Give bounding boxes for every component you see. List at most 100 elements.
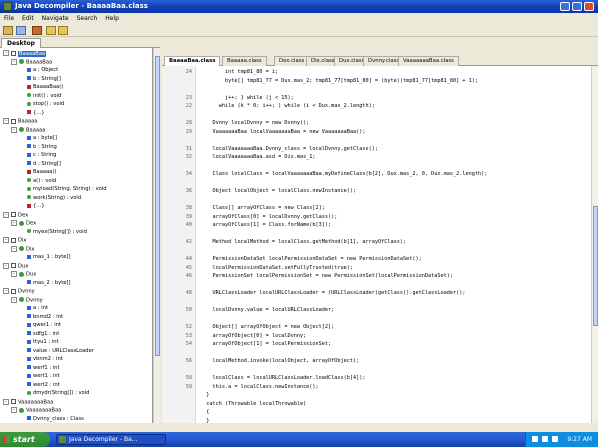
editor-tab[interactable]: Baaaaa.class (222, 56, 267, 66)
tree-node[interactable]: - Dux (11, 271, 36, 278)
tree-node[interactable]: b : String (19, 144, 57, 151)
tree-node[interactable]: c : String (19, 152, 56, 159)
tree-node[interactable]: myload(String, String) : void (19, 186, 107, 193)
open-type-icon[interactable] (32, 26, 42, 35)
close-button[interactable] (584, 2, 594, 11)
editor-scrollbar[interactable] (591, 66, 598, 423)
tree-node[interactable]: - Dvnny (11, 296, 43, 304)
tree-node[interactable]: - VaaaaaaaBaa (3, 398, 54, 406)
tree-node[interactable]: Baaaaa() (19, 169, 57, 176)
maximize-button[interactable] (572, 2, 582, 11)
network-icon[interactable] (532, 436, 538, 442)
menu-search[interactable]: Search (73, 15, 102, 22)
title-bar[interactable]: Java Decompiler - BaaaaBaa.class (0, 0, 598, 13)
tree-toggle-icon[interactable]: - (11, 245, 17, 252)
code-editor[interactable]: 24 23 22 28 29 31 32 34 36 38 39 40 42 44 45 46 48 50 52 53… (162, 66, 591, 423)
tree-node[interactable]: - Dix (3, 237, 27, 244)
start-button[interactable]: start (0, 432, 50, 447)
tree-toggle-icon[interactable]: - (11, 271, 17, 277)
tree-node[interactable]: work(String) : void (19, 195, 81, 202)
editor-tab[interactable]: VaaaaaaaBaa.class (398, 56, 459, 66)
tree-toggle-icon[interactable]: - (11, 126, 17, 133)
tree-node[interactable]: wert2 : int (19, 382, 60, 389)
line-number: 23 (185, 94, 192, 101)
tree-node[interactable]: dmydr(String[]) : void (19, 390, 89, 397)
tree-toggle-icon[interactable]: - (3, 211, 9, 218)
menu-help[interactable]: Help (101, 15, 123, 22)
tree-toggle-icon[interactable]: - (3, 288, 9, 294)
tree-node[interactable]: Dvnny_class : Class (19, 416, 84, 423)
tree-node[interactable]: bnmd2 : int (19, 314, 63, 321)
code-line: } (200, 392, 210, 398)
tree-node[interactable]: stop() : void (19, 101, 64, 108)
tree-node-label: mas_2 : byte[] (33, 279, 71, 286)
tree-toggle-icon[interactable]: - (11, 220, 17, 226)
tree-node[interactable]: init() : void (19, 93, 61, 100)
save-icon[interactable] (16, 26, 26, 35)
tree-node[interactable]: mas_1 : byte[] (19, 254, 71, 261)
editor-tab[interactable]: Dex.class (274, 56, 310, 66)
tree-node[interactable]: - Dvnny (3, 288, 35, 295)
volume-icon[interactable] (542, 436, 548, 442)
tree-toggle-icon[interactable]: - (3, 237, 9, 243)
menu-navigate[interactable]: Navigate (38, 15, 73, 22)
tree-node-label: VaaaaaaaBaa (18, 399, 54, 405)
tree-node[interactable]: - Dex (11, 220, 36, 227)
tree-node-label: BaaaaBaa (26, 59, 53, 65)
field-icon (27, 365, 31, 369)
tree-node[interactable]: a : Object (19, 67, 58, 74)
open-file-icon[interactable] (3, 26, 13, 35)
tree-node[interactable]: b : String[] (19, 76, 61, 83)
tree-node[interactable]: - VaaaaaaaBaa (11, 407, 61, 414)
tree-node[interactable]: BaaaaBaa() (19, 84, 63, 91)
line-number: 39 (185, 213, 192, 220)
tree-node[interactable]: a : byte[] (19, 135, 57, 142)
tree-node[interactable]: - BaaaaBaa (11, 58, 53, 66)
tree-node-label: BaaaaBaa (18, 50, 47, 57)
back-icon[interactable] (46, 26, 56, 35)
line-number: 29 (185, 128, 192, 135)
file-icon (11, 212, 16, 217)
tree-toggle-icon[interactable]: - (3, 118, 9, 124)
security-icon[interactable] (552, 436, 558, 442)
minimize-button[interactable] (560, 2, 570, 11)
tab-desktop[interactable]: Desktop (1, 38, 41, 48)
tree-node[interactable]: - Baaaaa (3, 118, 37, 125)
tree-toggle-icon[interactable]: - (3, 262, 9, 269)
tree-node[interactable]: - BaaaaBaa (3, 50, 47, 57)
menu-file[interactable]: File (0, 15, 18, 22)
tree-node-label: Baaaaa (18, 118, 38, 125)
tree-node[interactable]: wert1 : int (19, 373, 60, 380)
tree-toggle-icon[interactable]: - (3, 50, 9, 56)
tree-scroll-thumb[interactable] (155, 56, 160, 356)
tree-node[interactable]: d : String[] (19, 161, 61, 168)
tree-scrollbar[interactable] (153, 48, 160, 423)
tree-toggle-icon[interactable]: - (11, 296, 17, 303)
tree-node[interactable]: {...} (19, 110, 45, 117)
editor-tabs: BaaaaBaa.class Baaaaa.class Dex.class Dix.c… (162, 55, 598, 66)
tree-toggle-icon[interactable]: - (11, 407, 17, 413)
forward-icon[interactable] (58, 26, 68, 35)
tree-node[interactable]: value : URLClassLoader (19, 348, 94, 355)
tree-node[interactable]: vbnm2 : int (19, 356, 63, 363)
tree-node[interactable]: ttyu1 : int (19, 339, 59, 346)
taskbar-item-java-decompiler[interactable]: Java Decompiler - Ba... (56, 434, 166, 445)
tree-node[interactable]: - Dix (11, 245, 35, 253)
tree-node[interactable]: - Dux (3, 262, 28, 270)
tree-node[interactable]: a : int (19, 305, 48, 312)
tree-node[interactable]: - Dex (3, 211, 28, 219)
menu-edit[interactable]: Edit (18, 15, 38, 22)
tree-node[interactable]: werf1 : int (19, 365, 60, 372)
tree-node[interactable]: a() : void (19, 178, 56, 185)
editor-scroll-thumb[interactable] (593, 206, 598, 326)
tree-node[interactable]: {...} (19, 203, 45, 210)
tree-node[interactable]: qwer1 : int (19, 322, 61, 329)
tree-node[interactable]: - Baaaaa (11, 126, 45, 134)
tree-toggle-icon[interactable]: - (3, 398, 9, 405)
tree-node[interactable]: sdfg1 : int (19, 331, 59, 338)
tree-node[interactable]: myex(String[]) : void (19, 229, 87, 236)
tree-node[interactable]: mas_2 : byte[] (19, 280, 71, 287)
tree-node-label: c : String (33, 152, 57, 158)
editor-tab[interactable]: BaaaaBaa.class (164, 56, 221, 66)
tree-toggle-icon[interactable]: - (11, 58, 17, 65)
